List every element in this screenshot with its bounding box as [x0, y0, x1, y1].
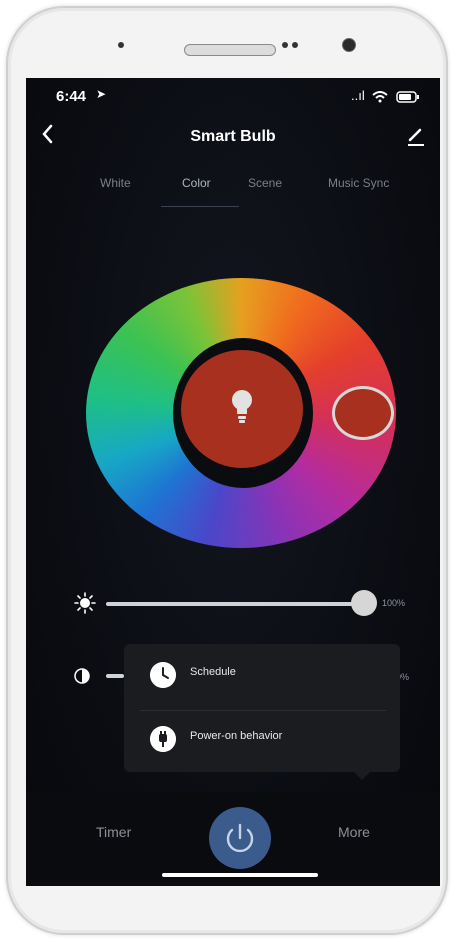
status-bar: 6:44 ➤ ..ıl	[26, 78, 440, 118]
menu-divider	[140, 710, 386, 711]
timer-button[interactable]: Timer	[96, 824, 131, 840]
wifi-icon	[372, 90, 389, 103]
mode-tabs: White Color Scene Music Sync	[26, 176, 440, 210]
battery-icon	[396, 90, 419, 103]
menu-item-power-on-behavior[interactable]: Power-on behavior	[124, 708, 400, 770]
menu-item-label: Schedule	[190, 666, 236, 678]
plug-icon	[150, 726, 176, 752]
tab-scene[interactable]: Scene	[248, 176, 282, 190]
menu-item-label: Power-on behavior	[190, 730, 283, 742]
edit-button[interactable]	[406, 124, 426, 148]
tab-color[interactable]: Color	[182, 176, 211, 190]
front-camera	[342, 38, 356, 52]
status-time: 6:44	[56, 88, 87, 105]
status-icons: ..ıl	[351, 88, 420, 103]
contrast-icon	[74, 668, 90, 684]
more-button[interactable]: More	[338, 824, 370, 840]
power-button[interactable]	[209, 807, 271, 869]
tab-music-sync[interactable]: Music Sync	[328, 176, 389, 190]
speaker-grille	[184, 44, 276, 56]
color-picker-handle[interactable]	[332, 386, 394, 440]
more-menu: Schedule Power-on behavior	[124, 644, 400, 772]
clock-icon	[150, 662, 176, 688]
contrast-slider[interactable]	[106, 674, 124, 678]
pencil-icon	[408, 128, 424, 146]
brightness-value: 100%	[382, 598, 406, 608]
page-title: Smart Bulb	[190, 128, 276, 145]
more-menu-pointer	[352, 770, 372, 780]
sensor-dot	[118, 42, 124, 48]
home-indicator	[162, 873, 318, 877]
brightness-slider-thumb[interactable]	[351, 590, 377, 616]
power-icon	[226, 823, 254, 853]
bulb-icon	[232, 390, 252, 423]
location-arrow-icon: ➤	[96, 87, 107, 101]
sensor-dot	[292, 42, 298, 48]
app-screen: 6:44 ➤ ..ıl Smart Bulb White Color Scene…	[26, 78, 440, 886]
menu-item-schedule[interactable]: Schedule	[124, 644, 400, 706]
tab-white[interactable]: White	[100, 176, 131, 190]
sun-icon	[74, 592, 96, 614]
sensor-dot	[282, 42, 288, 48]
phone-frame: 6:44 ➤ ..ıl Smart Bulb White Color Scene…	[6, 6, 448, 935]
top-nav: Smart Bulb	[26, 122, 440, 156]
signal-icon: ..ıl	[351, 88, 365, 103]
active-tab-indicator	[161, 206, 239, 207]
brightness-slider[interactable]	[106, 602, 364, 606]
